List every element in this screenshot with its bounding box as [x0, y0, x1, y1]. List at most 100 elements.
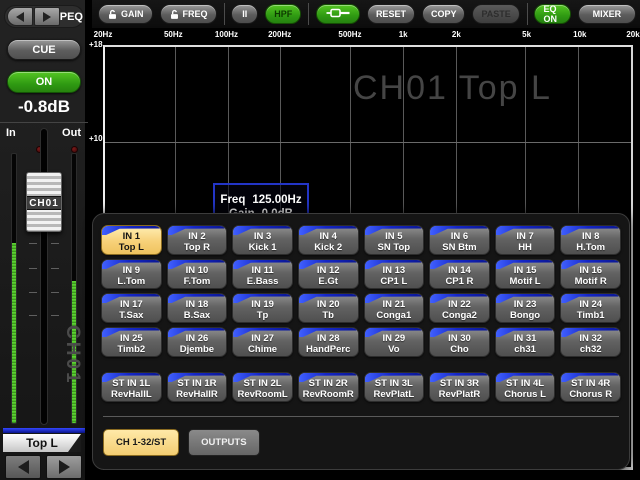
channel-name-label: RevRoomL	[237, 388, 288, 400]
channel-id-label: IN 20	[316, 298, 340, 310]
channel-id-label: ST IN 4L	[506, 377, 545, 389]
channel-button-in-28[interactable]: IN 28 HandPerc	[297, 327, 359, 357]
channel-id-label: IN 3	[253, 230, 272, 242]
channel-id-label: IN 17	[119, 298, 143, 310]
freq-lock-button[interactable]: FREQ	[159, 4, 217, 24]
channel-button-in-5[interactable]: IN 5 SN Top	[363, 225, 425, 255]
fader-cap-label: CH01	[27, 196, 61, 210]
channel-button-in-23[interactable]: IN 23 Bongo	[494, 293, 556, 323]
channel-button-st-in-1r[interactable]: ST IN 1R RevHallR	[166, 372, 228, 402]
freq-tick-label: 10k	[573, 30, 587, 39]
meter-out-label: Out	[62, 127, 81, 139]
meter-in-label: In	[6, 127, 16, 139]
channel-button-in-26[interactable]: IN 26 Djembe	[166, 327, 228, 357]
channel-name-label: Timb1	[576, 309, 605, 321]
channel-button-st-in-2l[interactable]: ST IN 2L RevRoomL	[232, 372, 293, 402]
channel-button-in-8[interactable]: IN 8 H.Tom	[560, 225, 621, 255]
freq-tick-label: 5k	[522, 30, 532, 39]
channel-button-in-31[interactable]: IN 31 ch31	[494, 327, 556, 357]
channel-button-in-4[interactable]: IN 4 Kick 2	[297, 225, 359, 255]
channel-button-in-29[interactable]: IN 29 Vo	[363, 327, 425, 357]
toolbar-separator	[223, 3, 225, 25]
channel-button-in-6[interactable]: IN 6 SN Btm	[429, 225, 490, 255]
channel-name-label: Kick 2	[314, 241, 343, 253]
channel-button-in-21[interactable]: IN 21 Conga1	[363, 293, 425, 323]
channel-name-label: Djembe	[179, 343, 215, 355]
band-freq-label: Freq	[220, 193, 246, 206]
hpf-button[interactable]: HPF	[265, 4, 302, 24]
channel-button-in-25[interactable]: IN 25 Timb2	[101, 327, 162, 357]
channel-id-label: ST IN 2R	[308, 377, 348, 389]
channel-button-in-11[interactable]: IN 11 E.Bass	[232, 259, 293, 289]
channel-id-label: IN 7	[516, 230, 534, 242]
next-channel-arrow-button[interactable]	[46, 455, 82, 479]
channel-id-label: IN 16	[579, 264, 603, 276]
gain-lock-button[interactable]: GAIN	[98, 4, 153, 24]
channel-button-in-30[interactable]: IN 30 Cho	[429, 327, 490, 357]
channel-name-label: Chorus R	[569, 388, 613, 400]
next-channel-button[interactable]	[33, 7, 60, 26]
channel-id-label: IN 30	[448, 332, 471, 344]
pair-button[interactable]: II	[231, 4, 259, 24]
channel-button-in-2[interactable]: IN 2 Top R	[166, 225, 228, 255]
channel-button-in-3[interactable]: IN 3 Kick 1	[232, 225, 293, 255]
channel-id-label: IN 1	[122, 230, 141, 242]
reset-button[interactable]: RESET	[366, 4, 415, 24]
channel-button-in-19[interactable]: IN 19 Tp	[232, 293, 293, 323]
channel-button-in-20[interactable]: IN 20 Tb	[297, 293, 359, 323]
channel-button-st-in-4l[interactable]: ST IN 4L Chorus L	[494, 372, 556, 402]
mixer-button[interactable]: MIXER	[577, 4, 637, 24]
channel-name-label: Bongo	[510, 309, 541, 321]
channel-button-in-1[interactable]: IN 1 Top L	[101, 225, 162, 255]
lock-icon	[107, 9, 118, 20]
channel-button-in-24[interactable]: IN 24 Timb1	[560, 293, 621, 323]
tab-ch-1-32-st[interactable]: CH 1-32/ST	[103, 429, 180, 456]
prev-channel-button[interactable]	[7, 7, 33, 26]
channel-button-in-14[interactable]: IN 14 CP1 R	[429, 259, 490, 289]
channel-button-in-9[interactable]: IN 9 L.Tom	[101, 259, 162, 289]
channel-button-in-10[interactable]: IN 10 F.Tom	[166, 259, 228, 289]
channel-button-in-15[interactable]: IN 15 Motif L	[494, 259, 556, 289]
channel-button-in-32[interactable]: IN 32 ch32	[560, 327, 621, 357]
channel-button-st-in-3r[interactable]: ST IN 3R RevPlatR	[429, 372, 490, 402]
paste-button[interactable]: PASTE	[472, 4, 520, 24]
freq-tick-label: 50Hz	[163, 30, 183, 39]
peq-mode-label: PEQ	[59, 10, 83, 23]
channel-name-label: F.Tom	[183, 275, 211, 287]
channel-id-label: IN 10	[185, 264, 209, 276]
channel-id-label: IN 23	[513, 298, 537, 310]
channel-button-st-in-3l[interactable]: ST IN 3L RevPlatL	[363, 372, 425, 402]
cue-button[interactable]: CUE	[7, 39, 81, 60]
channel-button-st-in-2r[interactable]: ST IN 2R RevRoomR	[297, 372, 359, 402]
copy-button[interactable]: COPY	[421, 4, 466, 24]
freq-button-label: FREQ	[182, 9, 208, 19]
eq-type-button[interactable]	[315, 4, 360, 24]
channel-name-label: B.Sax	[183, 309, 211, 321]
channel-id-label: IN 25	[119, 332, 143, 344]
left-arrow-icon	[17, 460, 29, 474]
channel-button-st-in-1l[interactable]: ST IN 1L RevHallL	[101, 372, 162, 402]
eq-on-button[interactable]: EQ ON	[534, 4, 571, 24]
channel-name-label: HH	[518, 241, 532, 253]
channel-button-in-18[interactable]: IN 18 B.Sax	[166, 293, 228, 323]
channel-name-label: RevHallR	[176, 388, 218, 400]
channel-button-in-7[interactable]: IN 7 HH	[494, 225, 556, 255]
channel-name-label: RevHallL	[110, 388, 152, 400]
channel-id-label: IN 19	[251, 298, 274, 310]
eq-toolbar: GAIN FREQ II HPF RESET COPY PASTE EQ ON …	[92, 0, 640, 28]
channel-button-in-13[interactable]: IN 13 CP1 L	[363, 259, 425, 289]
channel-on-button[interactable]: ON	[7, 71, 81, 93]
prev-channel-arrow-button[interactable]	[5, 455, 41, 479]
input-channel-grid: IN 1 Top L IN 2 Top R IN 3 Kick 1 IN 4 Kick 2 IN…	[101, 225, 621, 357]
channel-button-st-in-4r[interactable]: ST IN 4R Chorus R	[560, 372, 621, 402]
channel-button-in-22[interactable]: IN 22 Conga2	[429, 293, 490, 323]
channel-button-in-17[interactable]: IN 17 T.Sax	[101, 293, 162, 323]
lock-icon	[169, 9, 180, 20]
channel-button-in-16[interactable]: IN 16 Motif R	[560, 259, 621, 289]
channel-button-in-12[interactable]: IN 12 E.Gt	[297, 259, 359, 289]
channel-name-label: SN Btm	[442, 241, 477, 253]
channel-button-in-27[interactable]: IN 27 Chime	[232, 327, 293, 357]
fader-tick	[29, 243, 37, 244]
tab-outputs[interactable]: OUTPUTS	[188, 429, 260, 456]
fader-handle[interactable]: CH01	[26, 172, 62, 232]
